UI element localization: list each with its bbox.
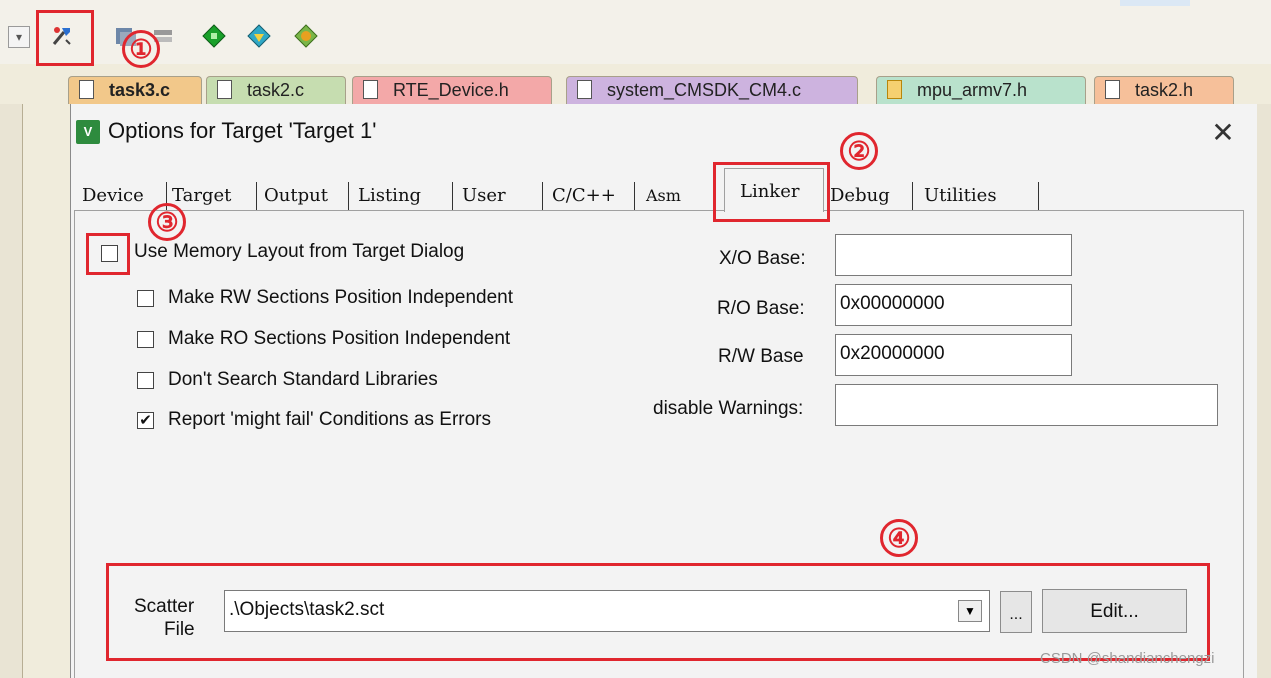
tab-separator (348, 182, 349, 210)
tab-separator (1038, 182, 1039, 210)
report-might-fail-label: Report 'might fail' Conditions as Errors (168, 409, 491, 430)
annotation-marker-3: ③ (148, 203, 186, 241)
tab-separator (912, 182, 913, 210)
download-icon[interactable] (200, 22, 228, 50)
pack-icon[interactable] (292, 22, 320, 50)
file-tab-task2-h[interactable]: task2.h (1094, 76, 1234, 104)
xo-base-input[interactable] (835, 234, 1072, 276)
ro-independent-checkbox[interactable] (137, 331, 154, 348)
rw-independent-checkbox[interactable] (137, 290, 154, 307)
file-tab-label: task2.c (247, 80, 305, 100)
file-icon (1105, 80, 1120, 99)
tab-device[interactable]: Device (82, 180, 144, 212)
debug-icon[interactable] (245, 22, 273, 50)
file-tab-system-cmsdk-cm4-c[interactable]: system_CMSDK_CM4.c (566, 76, 858, 104)
file-tab-task2-c[interactable]: task2.c (206, 76, 346, 104)
tab-asm[interactable]: Asm (646, 180, 681, 212)
file-icon (363, 80, 378, 99)
file-tab-mpu-armv7-h[interactable]: mpu_armv7.h (876, 76, 1086, 104)
toolbar-dropdown[interactable]: ▾ (8, 26, 30, 48)
file-icon (577, 80, 592, 99)
tab-output[interactable]: Output (264, 180, 328, 212)
toolbar (0, 0, 1271, 65)
uvision-app-icon: V (76, 120, 100, 144)
dialog-title: Options for Target 'Target 1' (108, 118, 377, 143)
rw-base-label: R/W Base (718, 346, 804, 367)
annotation-marker-1: ① (122, 30, 160, 68)
dont-search-libs-label: Don't Search Standard Libraries (168, 369, 438, 390)
file-tab-label: RTE_Device.h (393, 80, 509, 100)
annotation-marker-4: ④ (880, 519, 918, 557)
rw-independent-label: Make RW Sections Position Independent (168, 287, 514, 308)
file-icon (217, 80, 232, 99)
ro-base-label: R/O Base: (717, 298, 805, 319)
file-tab-label: mpu_armv7.h (917, 80, 1028, 100)
file-tab-label: system_CMSDK_CM4.c (607, 80, 802, 100)
ro-base-input[interactable]: 0x00000000 (835, 284, 1072, 326)
tab-separator (256, 182, 257, 210)
annotation-box-options (36, 10, 94, 66)
xo-base-label: X/O Base: (719, 248, 806, 269)
ro-independent-label: Make RO Sections Position Independent (168, 328, 511, 349)
editor-gutter (22, 104, 71, 678)
watermark: CSDN @shandianchengzi (1040, 650, 1215, 667)
use-memory-layout-label: Use Memory Layout from Target Dialog (134, 241, 465, 262)
file-icon (79, 80, 94, 99)
tab-separator (452, 182, 453, 210)
file-tab-task3-c[interactable]: task3.c (68, 76, 202, 104)
annotation-box-checkbox (86, 233, 130, 275)
tab-separator (634, 182, 635, 210)
file-tab-label: task3.c (109, 80, 171, 100)
rw-base-input[interactable]: 0x20000000 (835, 334, 1072, 376)
disable-warnings-input[interactable] (835, 384, 1218, 426)
dont-search-libs-checkbox[interactable] (137, 372, 154, 389)
tab-utilities[interactable]: Utilities (924, 180, 997, 212)
tab-listing[interactable]: Listing (358, 180, 421, 212)
key-file-icon (887, 80, 902, 99)
close-icon[interactable]: ✕ (1208, 118, 1238, 148)
tab-c-cpp[interactable]: C/C++ (552, 180, 616, 212)
tab-target[interactable]: Target (172, 180, 231, 212)
annotation-box-linker-tab (713, 162, 830, 222)
toolbar-edge (1120, 0, 1190, 6)
file-tab-rte-device-h[interactable]: RTE_Device.h (352, 76, 552, 104)
annotation-box-scatter (106, 563, 1210, 661)
tab-user[interactable]: User (462, 180, 506, 212)
tab-debug[interactable]: Debug (830, 180, 890, 212)
tab-separator (542, 182, 543, 210)
report-might-fail-checkbox[interactable]: ✔ (137, 412, 154, 429)
disable-warnings-label: disable Warnings: (653, 398, 804, 419)
annotation-marker-2: ② (840, 132, 878, 170)
file-tab-label: task2.h (1135, 80, 1194, 100)
